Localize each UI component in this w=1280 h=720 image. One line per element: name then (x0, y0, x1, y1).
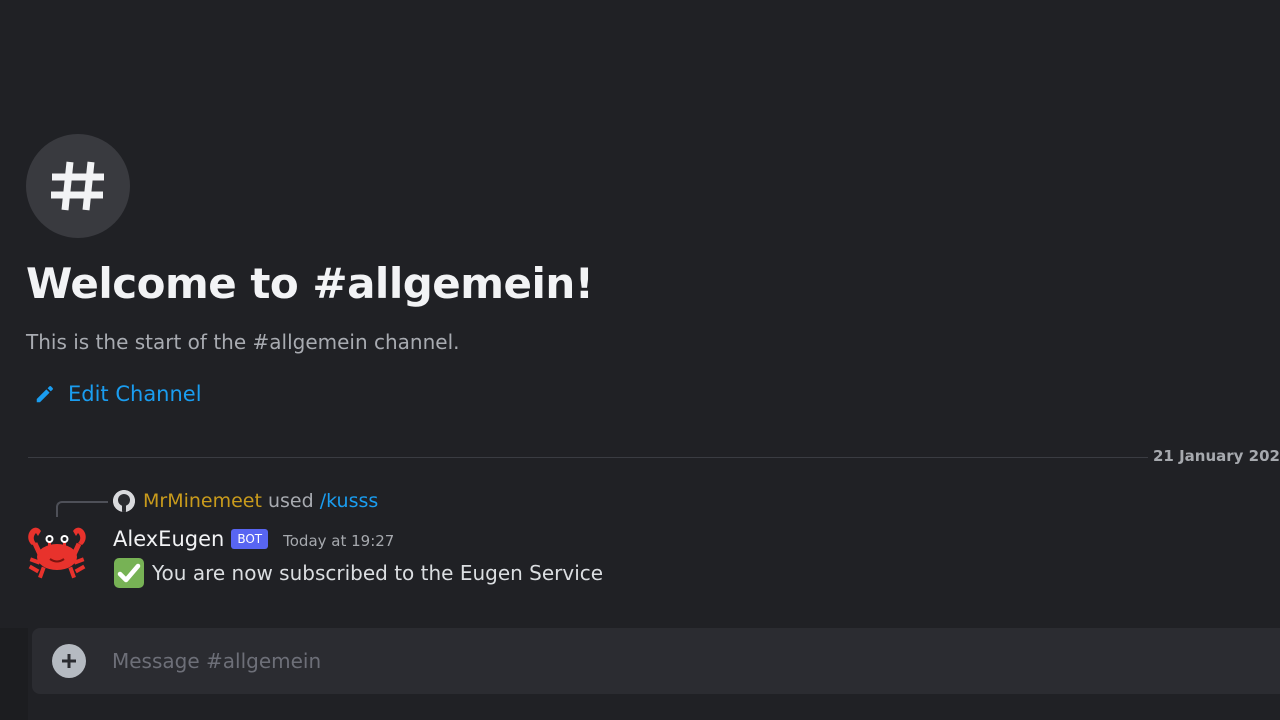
message-input[interactable] (112, 641, 1012, 681)
reply-user-avatar[interactable] (113, 490, 135, 512)
reply-username[interactable]: MrMinemeet (143, 490, 262, 512)
channel-icon-circle (26, 134, 130, 238)
reply-command[interactable]: /kusss (320, 490, 379, 512)
edit-channel-link[interactable]: Edit Channel (34, 380, 202, 408)
date-divider (28, 457, 1148, 458)
bot-badge: BOT (231, 529, 269, 549)
user-avatar-icon (113, 490, 135, 512)
date-divider-label: 21 January 2024 (1153, 447, 1280, 465)
plus-icon (62, 654, 76, 668)
pencil-icon (34, 383, 56, 405)
chat-window: Welcome to #allgemein! This is the start… (0, 0, 1280, 720)
message-text: You are now subscribed to the Eugen Serv… (152, 561, 604, 585)
message-header: AlexEugen BOT Today at 19:27 (113, 525, 394, 553)
add-attachment-button[interactable] (52, 644, 86, 678)
hashtag-icon (51, 161, 104, 211)
message-timestamp[interactable]: Today at 19:27 (283, 532, 394, 550)
bot-avatar[interactable] (26, 523, 88, 581)
reply-context: MrMinemeet used /kusss (143, 488, 378, 514)
reply-connector (56, 501, 108, 517)
message-composer (32, 628, 1280, 694)
edit-channel-label: Edit Channel (68, 382, 202, 406)
crab-icon (28, 527, 86, 579)
message-content: You are now subscribed to the Eugen Serv… (113, 557, 603, 589)
reply-verb: used (261, 490, 320, 512)
composer-gutter (0, 628, 28, 720)
check-mark-icon (113, 557, 145, 589)
welcome-title: Welcome to #allgemein! (26, 259, 594, 308)
welcome-subtitle: This is the start of the #allgemein chan… (26, 330, 460, 354)
message-author[interactable]: AlexEugen (113, 525, 224, 553)
